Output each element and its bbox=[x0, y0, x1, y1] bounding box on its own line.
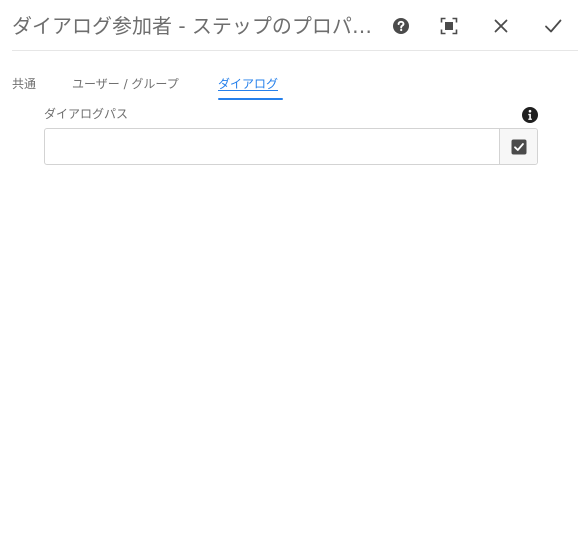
dialog-path-field bbox=[44, 128, 538, 165]
dialog-path-label: ダイアログパス bbox=[44, 107, 129, 121]
help-icon bbox=[393, 18, 409, 34]
tab-common[interactable]: 共通 bbox=[12, 76, 36, 92]
checkmark-icon bbox=[545, 19, 562, 33]
select-checkbox-icon bbox=[511, 139, 526, 154]
dialog-header: ダイアログ参加者 - ステップのプロパティ bbox=[12, 0, 578, 51]
fullscreen-button[interactable] bbox=[436, 13, 462, 39]
active-tab-indicator bbox=[218, 98, 283, 100]
tab-users-groups[interactable]: ユーザー / グループ bbox=[72, 76, 179, 92]
done-button[interactable] bbox=[540, 13, 566, 39]
fullscreen-icon bbox=[440, 17, 458, 35]
close-icon bbox=[494, 19, 508, 33]
dialog-title: ダイアログ参加者 - ステップのプロパティ bbox=[12, 14, 372, 38]
tab-dialog[interactable]: ダイアログ bbox=[218, 76, 278, 92]
help-button[interactable] bbox=[388, 13, 414, 39]
dialog-path-picker-button[interactable] bbox=[499, 129, 537, 164]
cancel-button[interactable] bbox=[488, 13, 514, 39]
dialog-path-input[interactable] bbox=[45, 129, 499, 164]
info-icon[interactable] bbox=[521, 106, 539, 124]
